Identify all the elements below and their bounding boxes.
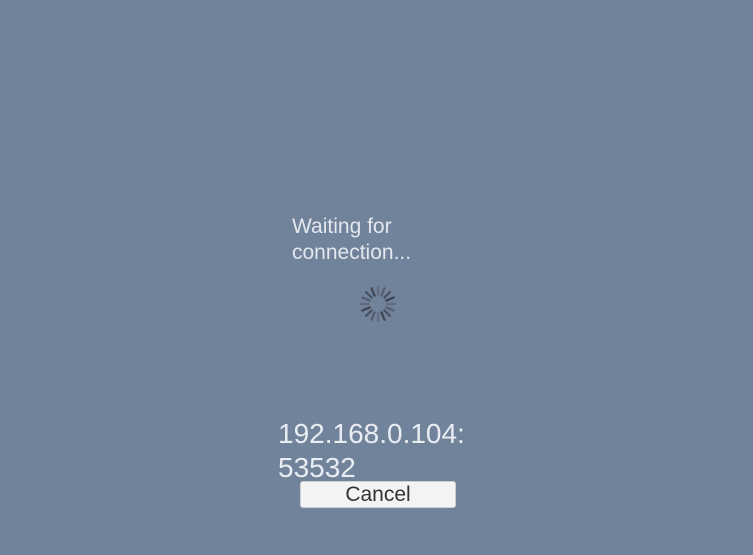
host-address-text: 192.168.0.104: 53532 — [278, 418, 465, 483]
spinner-tick — [383, 290, 392, 299]
connection-status-text: Waiting for connection... — [292, 215, 412, 264]
spinner-tick — [380, 311, 386, 321]
spinner-tick — [383, 309, 392, 318]
spinner-tick — [380, 287, 386, 297]
spinner-tick — [361, 306, 371, 312]
spinner-tick — [361, 296, 371, 302]
spinner-tick — [385, 296, 395, 302]
spinner-tick — [370, 287, 376, 297]
cancel-button[interactable]: Cancel — [300, 481, 456, 508]
loading-spinner-icon — [359, 285, 397, 323]
spinner-tick — [364, 290, 373, 299]
connection-screen: Waiting for connection... 192.168.0.104:… — [0, 0, 753, 555]
spinner-tick — [385, 306, 395, 312]
spinner-tick — [370, 311, 376, 321]
spinner-tick — [364, 309, 373, 318]
